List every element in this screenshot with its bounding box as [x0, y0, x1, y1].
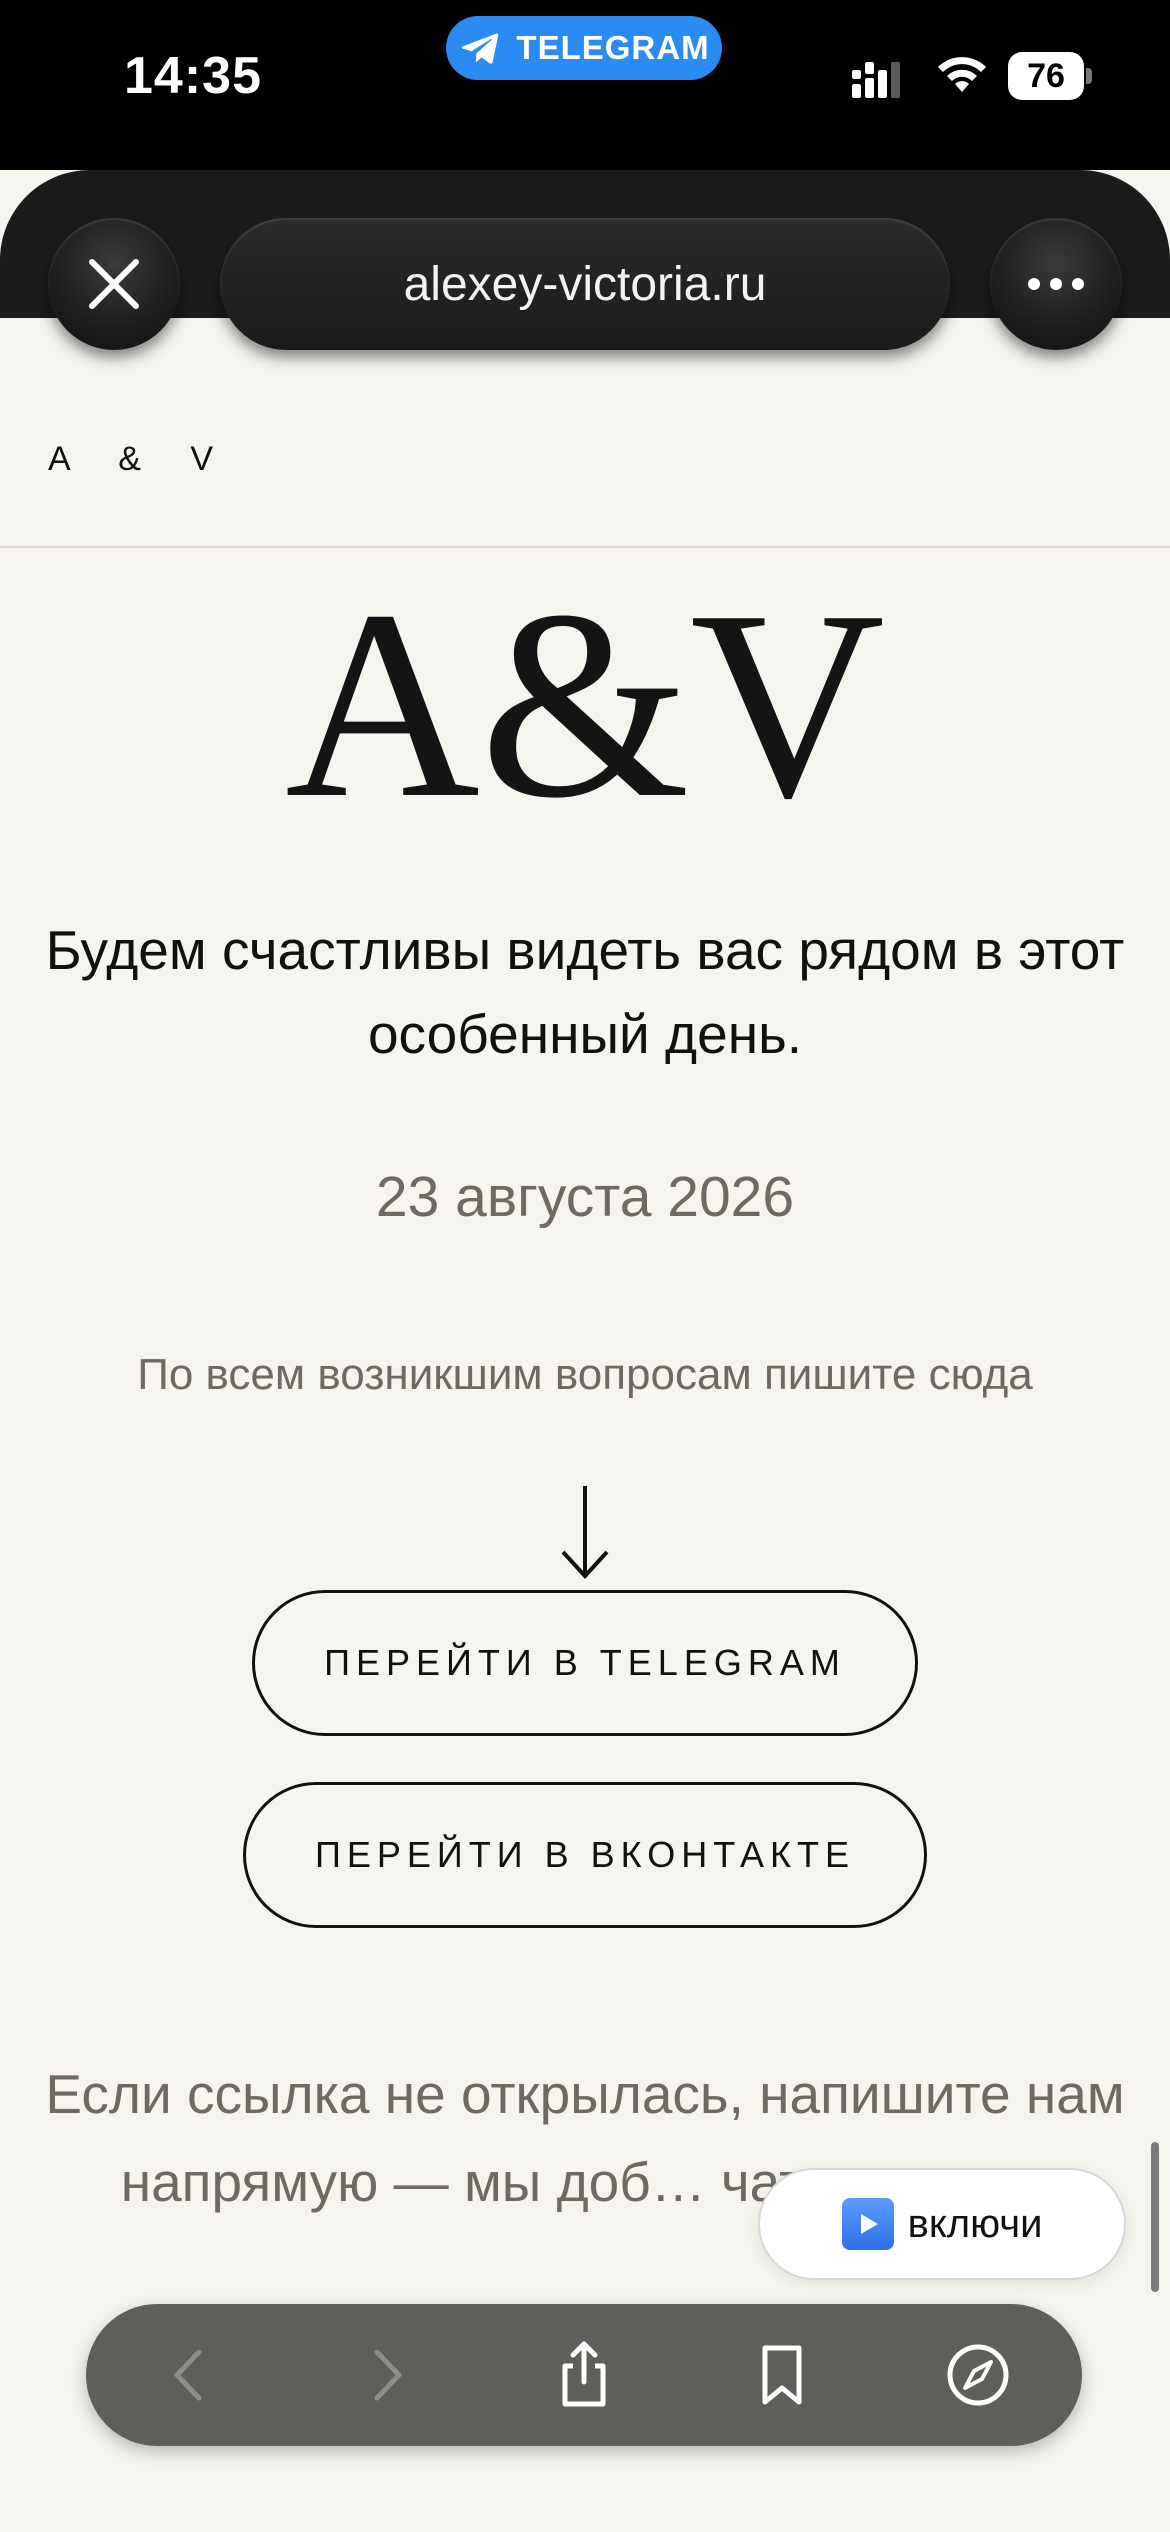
compass-button[interactable]: [918, 2304, 1038, 2446]
compass-icon: [947, 2344, 1009, 2406]
music-label: включи: [907, 2201, 1043, 2246]
share-button[interactable]: [524, 2304, 644, 2446]
music-toggle-button[interactable]: включи: [758, 2168, 1126, 2280]
forward-icon: [374, 2349, 402, 2401]
bookmarks-icon: [762, 2345, 802, 2405]
telegram-pill-label: TELEGRAM: [516, 29, 710, 66]
close-icon: [89, 259, 139, 309]
battery-cap: [1086, 68, 1092, 84]
play-icon: [841, 2198, 894, 2250]
arrow-down-icon: [561, 1486, 609, 1579]
url-text: alexey-victoria.ru: [403, 257, 767, 311]
questions-text: По всем возникшим вопросам пишите сюда: [137, 1350, 1033, 1399]
telegram-return-pill[interactable]: TELEGRAM: [446, 16, 722, 80]
vk-button[interactable]: ПЕРЕЙТИ В ВКОНТАКТЕ: [243, 1782, 927, 1928]
header-logo[interactable]: A & V: [48, 440, 233, 479]
invitation-text: Будем счастливы видеть вас рядом в этот …: [45, 919, 1125, 1065]
status-time: 14:35: [124, 47, 262, 105]
more-icon: [1028, 278, 1084, 290]
back-button[interactable]: [130, 2304, 250, 2446]
telegram-button[interactable]: ПЕРЕЙТИ В TELEGRAM: [252, 1590, 918, 1736]
forward-button[interactable]: [326, 2304, 446, 2446]
status-bar: 14:35 TELEGRAM 76: [0, 0, 1170, 170]
share-icon: [562, 2341, 606, 2407]
battery-icon: 76: [1008, 52, 1092, 100]
battery-level: 76: [1008, 52, 1084, 100]
browser-toolbar: [86, 2304, 1082, 2446]
wifi-icon: [938, 57, 986, 92]
signal-icon: [852, 62, 900, 98]
site-header: A & V: [0, 318, 1170, 548]
bookmarks-button[interactable]: [722, 2304, 842, 2446]
monogram-title: A&V: [285, 555, 885, 854]
telegram-icon: [462, 33, 499, 64]
back-icon: [174, 2349, 202, 2401]
wedding-date: 23 августа 2026: [375, 1165, 795, 1229]
scroll-indicator[interactable]: [1151, 2142, 1159, 2292]
